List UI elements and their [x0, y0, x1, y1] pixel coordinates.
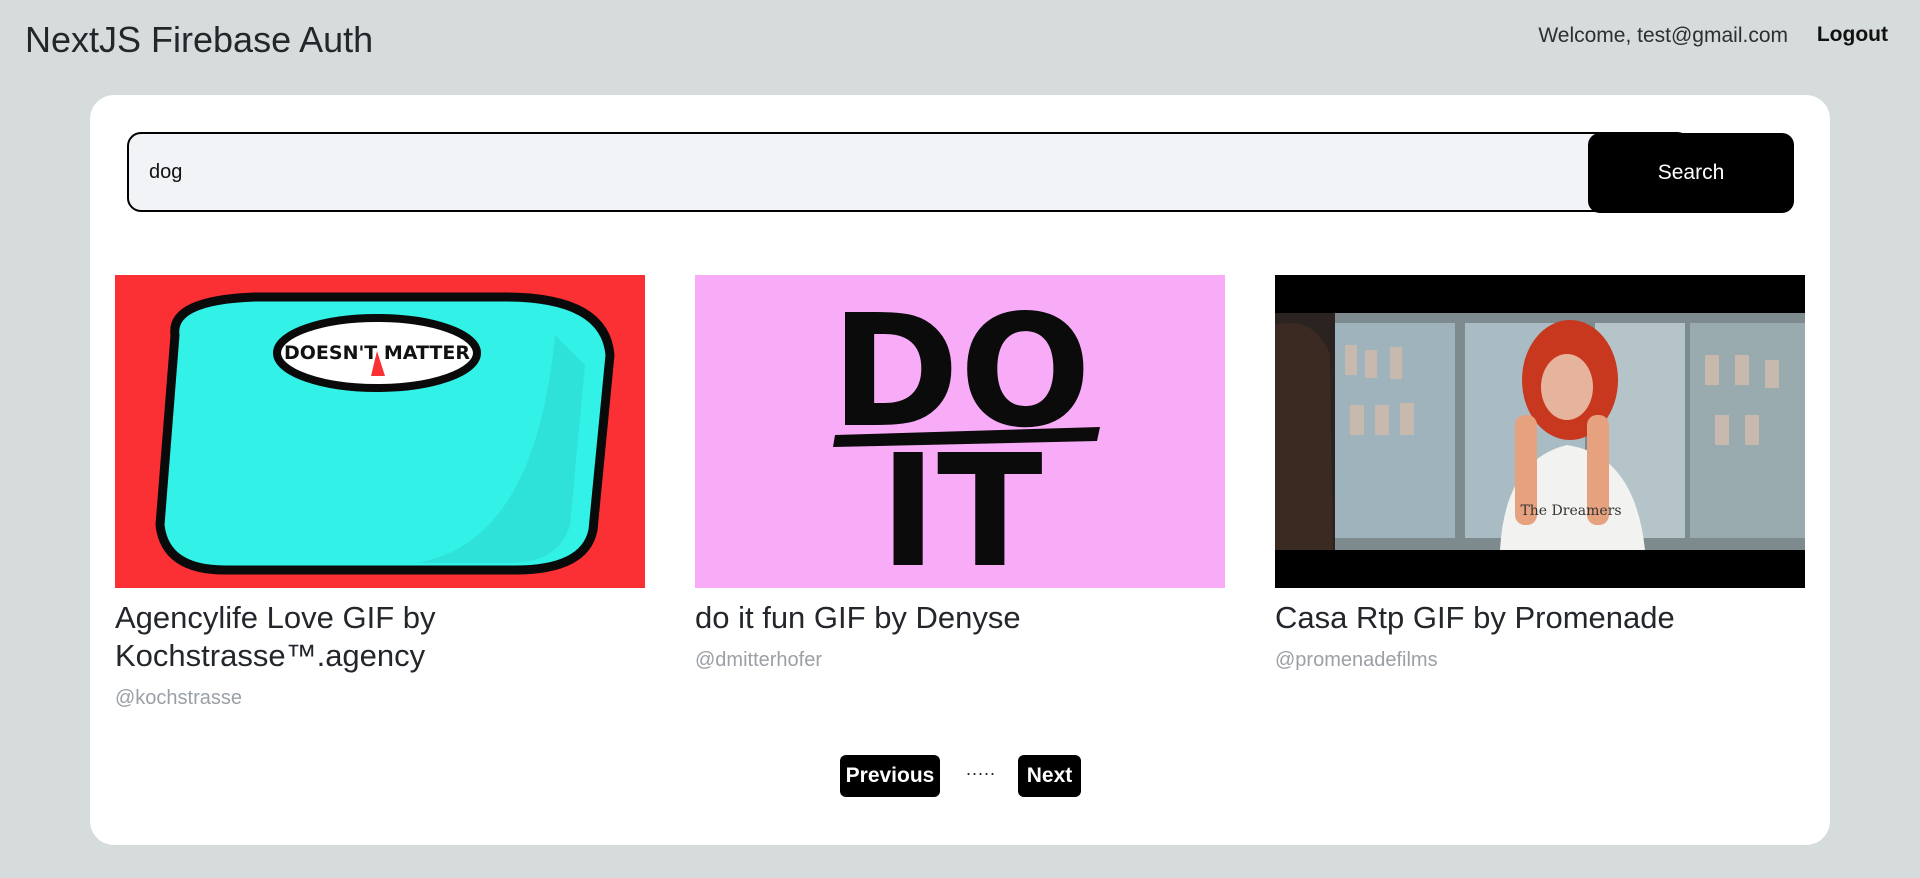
gif-username: @dmitterhofer	[695, 649, 823, 671]
gif-title[interactable]: Agencylife Love GIF by Kochstrasse™.agen…	[115, 599, 645, 675]
search-button[interactable]: Search	[1588, 133, 1794, 213]
do-it-illustration: DO IT	[695, 275, 1225, 588]
logout-link[interactable]: Logout	[1817, 23, 1888, 47]
film-still-illustration: The Dreamers	[1275, 275, 1805, 588]
gif-username: @promenadefilms	[1275, 649, 1438, 671]
do-it-text-line2: IT	[879, 421, 1042, 588]
main-card: Search DOESN'T MATTER Agencylife Love GI…	[90, 95, 1830, 845]
gif-result-card[interactable]: DOESN'T MATTER Agencylife Love GIF by Ko…	[115, 275, 645, 710]
scale-illustration: DOESN'T MATTER	[115, 275, 645, 588]
welcome-text: Welcome, test@gmail.com	[1538, 24, 1788, 47]
pagination: Previous ..... Next	[90, 755, 1830, 799]
gif-title[interactable]: Casa Rtp GIF by Promenade	[1275, 599, 1805, 637]
gif-username: @kochstrasse	[115, 687, 243, 709]
gif-result-card[interactable]: DO IT do it fun GIF by Denyse @dmitterho…	[695, 275, 1225, 672]
gif-thumbnail[interactable]: DO IT	[695, 275, 1225, 588]
gif-thumbnail[interactable]: DOESN'T MATTER	[115, 275, 645, 588]
app-title[interactable]: NextJS Firebase Auth	[25, 19, 373, 61]
gif-thumbnail[interactable]: The Dreamers	[1275, 275, 1805, 588]
gif-result-card[interactable]: The Dreamers Casa Rtp GIF by Promenade @…	[1275, 275, 1805, 672]
shirt-text: The Dreamers	[1520, 503, 1621, 519]
gif-title[interactable]: do it fun GIF by Denyse	[695, 599, 1225, 637]
previous-button[interactable]: Previous	[840, 755, 940, 797]
search-input[interactable]	[127, 132, 1691, 212]
top-navbar: NextJS Firebase Auth Welcome, test@gmail…	[0, 0, 1920, 80]
next-button[interactable]: Next	[1018, 755, 1081, 797]
pagination-separator: .....	[966, 759, 997, 779]
